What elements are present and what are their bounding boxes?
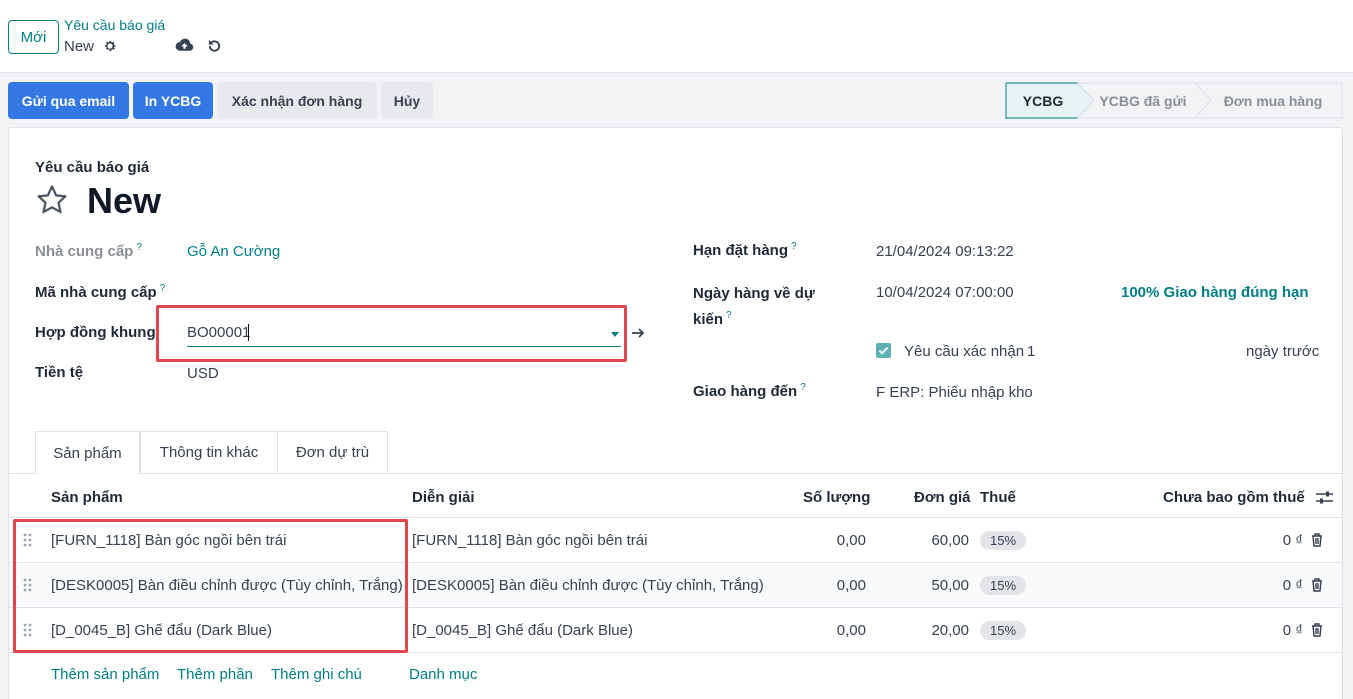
expected-help-icon[interactable]: ? bbox=[726, 310, 732, 321]
row-subtotal: 0 ₫ bbox=[1282, 577, 1303, 594]
tax-badge: 15% bbox=[980, 621, 1027, 640]
currency-value: USD bbox=[187, 365, 219, 382]
deadline-help-icon[interactable]: ? bbox=[791, 241, 797, 252]
stage-rfq[interactable]: YCBG bbox=[1005, 82, 1081, 119]
drag-handle-icon[interactable] bbox=[23, 578, 33, 592]
cancel-button[interactable]: Hủy bbox=[381, 82, 433, 119]
row-product[interactable]: [DESK0005] Bàn điều chỉnh được (Tùy chỉn… bbox=[51, 563, 403, 608]
gear-icon[interactable] bbox=[103, 39, 117, 53]
checkmark-icon bbox=[878, 347, 889, 355]
deliver-to-label: Giao hàng đến? bbox=[693, 382, 806, 400]
vendor-help-icon[interactable]: ? bbox=[136, 242, 142, 253]
add-product-link[interactable]: Thêm sản phẩm bbox=[51, 666, 159, 683]
tabs-divider bbox=[9, 473, 1342, 474]
deliver-to-help-icon[interactable]: ? bbox=[800, 382, 806, 393]
dropdown-caret-icon[interactable] bbox=[611, 332, 619, 337]
col-header-description[interactable]: Diễn giải bbox=[412, 489, 475, 506]
row-product[interactable]: [FURN_1118] Bàn góc ngồi bên trái bbox=[51, 518, 286, 563]
table-row[interactable]: [D_0045_B] Ghế đẩu (Dark Blue) [D_0045_B… bbox=[9, 607, 1342, 652]
row-tax[interactable]: 15% bbox=[980, 563, 1027, 608]
drag-handle-icon[interactable] bbox=[23, 533, 33, 547]
form-sheet: Yêu cầu báo giá New Nhà cung cấp? Gỗ An … bbox=[8, 127, 1343, 699]
add-section-link[interactable]: Thêm phần bbox=[177, 666, 253, 683]
row-description[interactable]: [FURN_1118] Bàn góc ngồi bên trái bbox=[412, 518, 647, 563]
agreement-label: Hợp đồng khung bbox=[35, 324, 156, 341]
agreement-value: BO00001 bbox=[187, 324, 251, 341]
ask-confirm-checkbox[interactable] bbox=[876, 343, 891, 358]
star-icon[interactable] bbox=[35, 183, 69, 217]
status-bar: YCBG YCBG đã gửi Đơn mua hàng bbox=[1005, 82, 1343, 119]
vendor-ref-label: Mã nhà cung cấp? bbox=[35, 283, 166, 301]
table-row[interactable]: [FURN_1118] Bàn góc ngồi bên trái [FURN_… bbox=[9, 517, 1342, 562]
col-header-subtotal[interactable]: Chưa bao gồm thuế bbox=[1163, 489, 1305, 506]
new-button[interactable]: Mới bbox=[8, 20, 59, 54]
control-panel: Mới Yêu cầu báo giá New bbox=[0, 0, 1353, 73]
ask-confirm-label: Yêu cầu xác nhận bbox=[904, 343, 1025, 360]
save-cloud-icon[interactable] bbox=[175, 37, 194, 53]
row-tax[interactable]: 15% bbox=[980, 518, 1027, 563]
breadcrumb-parent[interactable]: Yêu cầu báo giá bbox=[64, 17, 165, 33]
tax-badge: 15% bbox=[980, 576, 1027, 595]
row-subtotal: 0 ₫ bbox=[1282, 622, 1303, 639]
tab-products[interactable]: Sản phẩm bbox=[35, 431, 140, 474]
trash-icon[interactable] bbox=[1311, 533, 1323, 547]
expected-arrival-label: Ngày hàng về dự kiến? bbox=[693, 285, 815, 328]
add-note-link[interactable]: Thêm ghi chú bbox=[271, 666, 362, 683]
tab-other-info[interactable]: Thông tin khác bbox=[140, 431, 278, 473]
stage-rfq-sent[interactable]: YCBG đã gửi bbox=[1089, 82, 1197, 119]
confirm-order-button[interactable]: Xác nhận đơn hàng bbox=[217, 82, 377, 119]
trash-icon[interactable] bbox=[1311, 623, 1323, 637]
stage-purchase-order[interactable]: Đơn mua hàng bbox=[1211, 82, 1335, 119]
row-price[interactable]: 50,00 bbox=[879, 563, 969, 608]
breadcrumb-current: New bbox=[64, 38, 95, 55]
print-rfq-button[interactable]: In YCBG bbox=[133, 82, 213, 119]
tab-requisitions[interactable]: Đơn dự trù bbox=[277, 431, 388, 473]
row-price[interactable]: 20,00 bbox=[879, 608, 969, 653]
doc-type-label: Yêu cầu báo giá bbox=[35, 159, 150, 176]
row-qty[interactable]: 0,00 bbox=[769, 563, 866, 608]
col-header-product[interactable]: Sản phẩm bbox=[51, 489, 123, 506]
days-before-label: ngày trước bbox=[1246, 343, 1320, 360]
page-title: New bbox=[87, 180, 162, 221]
vendor-field[interactable]: Gỗ An Cường bbox=[187, 243, 280, 260]
row-description[interactable]: [D_0045_B] Ghế đẩu (Dark Blue) bbox=[412, 608, 633, 653]
row-subtotal: 0 ₫ bbox=[1282, 532, 1303, 549]
column-settings-icon[interactable] bbox=[1316, 490, 1333, 505]
drag-handle-icon[interactable] bbox=[23, 623, 33, 637]
agreement-input[interactable]: BO00001 bbox=[187, 321, 621, 347]
expected-arrival-value[interactable]: 10/04/2024 07:00:00 bbox=[876, 284, 1014, 301]
ask-confirm-days[interactable]: 1 bbox=[1027, 343, 1035, 360]
currency-label: Tiền tệ bbox=[35, 364, 84, 381]
deadline-value[interactable]: 21/04/2024 09:13:22 bbox=[876, 243, 1014, 260]
deadline-label: Hạn đặt hàng? bbox=[693, 241, 797, 259]
col-header-tax[interactable]: Thuế bbox=[980, 489, 1016, 506]
vendor-ref-help-icon[interactable]: ? bbox=[160, 283, 166, 294]
discard-icon[interactable] bbox=[207, 38, 222, 53]
tax-badge: 15% bbox=[980, 531, 1027, 550]
row-product[interactable]: [D_0045_B] Ghế đẩu (Dark Blue) bbox=[51, 608, 272, 653]
table-bottom-border bbox=[9, 652, 1342, 653]
col-header-qty[interactable]: Số lượng bbox=[803, 489, 870, 506]
row-description[interactable]: [DESK0005] Bàn điều chỉnh được (Tùy chỉn… bbox=[412, 563, 764, 608]
row-qty[interactable]: 0,00 bbox=[769, 608, 866, 653]
internal-link-arrow-icon[interactable] bbox=[631, 326, 645, 340]
trash-icon[interactable] bbox=[1311, 578, 1323, 592]
catalog-link[interactable]: Danh mục bbox=[409, 666, 477, 683]
table-row[interactable]: [DESK0005] Bàn điều chỉnh được (Tùy chỉn… bbox=[9, 562, 1342, 607]
row-qty[interactable]: 0,00 bbox=[769, 518, 866, 563]
row-tax[interactable]: 15% bbox=[980, 608, 1027, 653]
deliver-to-value[interactable]: F ERP: Phiếu nhập kho bbox=[876, 384, 1033, 401]
send-email-button[interactable]: Gửi qua email bbox=[8, 82, 129, 119]
on-time-rate: 100% Giao hàng đúng hạn bbox=[1121, 284, 1309, 301]
row-price[interactable]: 60,00 bbox=[879, 518, 969, 563]
col-header-price[interactable]: Đơn giá bbox=[914, 489, 971, 506]
text-cursor bbox=[248, 324, 249, 341]
vendor-label: Nhà cung cấp? bbox=[35, 242, 142, 260]
